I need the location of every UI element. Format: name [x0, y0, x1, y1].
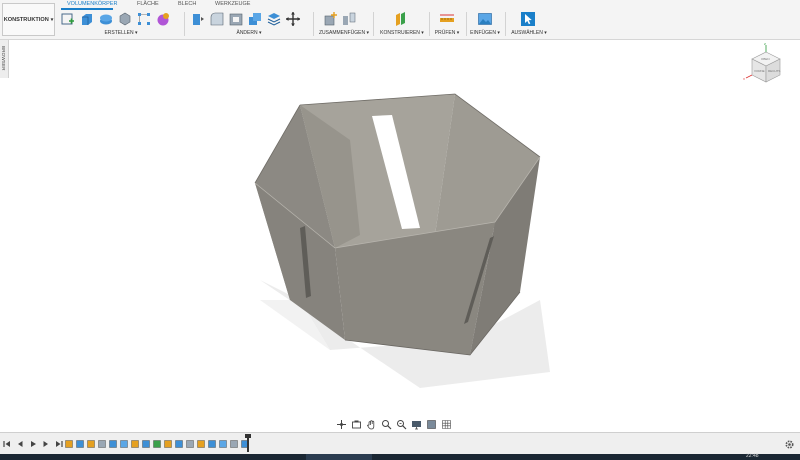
timeline-feature-icon[interactable] [174, 439, 184, 449]
move-icon[interactable] [285, 11, 301, 27]
go-to-start-icon[interactable] [2, 439, 12, 449]
browser-panel-toggle[interactable]: BROWSER [0, 40, 9, 78]
chevron-down-icon: ▾ [50, 16, 54, 23]
viewcube-axis-x: X [743, 77, 745, 81]
toolbar: KONSTRUKTION ▾ VOLUMENKÖRPER FLÄCHE BLEC… [0, 0, 800, 40]
separator [429, 12, 430, 36]
timeline-feature-icon[interactable] [97, 439, 107, 449]
group-zusammenfuegen: ZUSAMMENFÜGEN ▾ [318, 10, 370, 38]
look-at-icon[interactable] [351, 419, 362, 430]
group-label-erstellen[interactable]: ERSTELLEN ▾ [60, 30, 182, 36]
form-icon[interactable] [155, 11, 171, 27]
tab-volumenkoerper[interactable]: VOLUMENKÖRPER [67, 0, 117, 7]
play-icon[interactable] [28, 439, 38, 449]
viewcube-face-right[interactable]: RECHTS [768, 69, 780, 73]
timeline-feature-icon[interactable] [218, 439, 228, 449]
os-taskbar: 22:48 [0, 453, 800, 460]
group-konstruieren: KONSTRUIEREN ▾ [378, 10, 426, 38]
timeline [0, 432, 800, 454]
group-pruefen: PRÜFEN ▾ [432, 10, 462, 38]
fit-zoom-icon[interactable] [396, 419, 407, 430]
group-auswaehlen: AUSWÄHLEN ▾ [508, 10, 550, 38]
group-label-einfuegen[interactable]: EINFÜGEN ▾ [468, 30, 502, 36]
timeline-marker[interactable] [245, 434, 251, 452]
timeline-feature-icon[interactable] [152, 439, 162, 449]
browser-label: BROWSER [1, 46, 6, 71]
separator [505, 12, 506, 36]
timeline-feature-icon[interactable] [207, 439, 217, 449]
timeline-features [64, 439, 250, 450]
timeline-feature-icon[interactable] [141, 439, 151, 449]
timeline-feature-icon[interactable] [86, 439, 96, 449]
revolve-icon[interactable] [98, 11, 114, 27]
group-erstellen: ERSTELLEN ▾ [60, 10, 182, 38]
timeline-feature-icon[interactable] [229, 439, 239, 449]
create-sketch-icon[interactable] [60, 11, 76, 27]
pan-hand-icon[interactable] [366, 419, 377, 430]
taskbar-active-app[interactable] [306, 454, 372, 460]
group-label-pruefen[interactable]: PRÜFEN ▾ [432, 30, 462, 36]
timeline-feature-icon[interactable] [75, 439, 85, 449]
pattern-icon[interactable] [136, 11, 152, 27]
group-label-aendern[interactable]: ÄNDERN ▾ [190, 30, 308, 36]
tab-flaeche[interactable]: FLÄCHE [137, 0, 159, 7]
select-cursor-icon[interactable] [520, 11, 536, 27]
visual-style-icon[interactable] [426, 419, 437, 430]
insert-image-icon[interactable] [477, 11, 493, 27]
separator [313, 12, 314, 36]
orbit-origin-icon[interactable] [336, 419, 347, 430]
tab-blech[interactable]: BLECH [178, 0, 196, 7]
step-forward-icon[interactable] [41, 439, 51, 449]
timeline-feature-icon[interactable] [196, 439, 206, 449]
display-settings-icon[interactable] [411, 419, 422, 430]
tab-werkzeuge[interactable]: WERKZEUGE [215, 0, 250, 7]
new-component-icon[interactable] [322, 11, 338, 27]
group-label-konstruieren[interactable]: KONSTRUIEREN ▾ [378, 30, 426, 36]
fillet-icon[interactable] [209, 11, 225, 27]
timeline-feature-icon[interactable] [108, 439, 118, 449]
box-icon[interactable] [117, 11, 133, 27]
press-pull-icon[interactable] [190, 11, 206, 27]
shell-icon[interactable] [228, 11, 244, 27]
taskbar-clock: 22:48 [746, 453, 759, 459]
joint-icon[interactable] [341, 11, 357, 27]
viewcube-face-front[interactable]: VORNE [754, 69, 765, 73]
timeline-feature-icon[interactable] [64, 439, 74, 449]
navigation-bar [336, 417, 452, 431]
viewcube-axis-z: Z [764, 42, 766, 46]
group-label-auswaehlen[interactable]: AUSWÄHLEN ▾ [508, 30, 550, 36]
measure-icon[interactable] [439, 11, 455, 27]
group-einfuegen: EINFÜGEN ▾ [468, 10, 502, 38]
go-to-end-icon[interactable] [54, 439, 64, 449]
workspace-label: KONSTRUKTION [3, 16, 49, 23]
grid-settings-icon[interactable] [441, 419, 452, 430]
gear-icon[interactable] [784, 439, 795, 450]
timeline-feature-icon[interactable] [163, 439, 173, 449]
separator [373, 12, 374, 36]
separator [184, 12, 185, 36]
viewcube[interactable]: Z X OBEN VORNE RECHTS [742, 42, 790, 90]
hexagonal-pot-model [254, 93, 550, 388]
group-label-zusammenfuegen[interactable]: ZUSAMMENFÜGEN ▾ [318, 30, 370, 36]
zoom-icon[interactable] [381, 419, 392, 430]
viewcube-face-top[interactable]: OBEN [761, 57, 770, 61]
timeline-feature-icon[interactable] [185, 439, 195, 449]
timeline-feature-icon[interactable] [119, 439, 129, 449]
offset-plane-icon[interactable] [393, 11, 409, 27]
timeline-feature-icon[interactable] [130, 439, 140, 449]
extrude-icon[interactable] [79, 11, 95, 27]
combine-icon[interactable] [247, 11, 263, 27]
workspace-switcher[interactable]: KONSTRUKTION ▾ [2, 3, 55, 36]
stack-icon[interactable] [266, 11, 282, 27]
group-aendern: ÄNDERN ▾ [190, 10, 308, 38]
viewport-canvas[interactable]: Z X OBEN VORNE RECHTS [9, 40, 800, 430]
separator [466, 12, 467, 36]
step-back-icon[interactable] [15, 439, 25, 449]
